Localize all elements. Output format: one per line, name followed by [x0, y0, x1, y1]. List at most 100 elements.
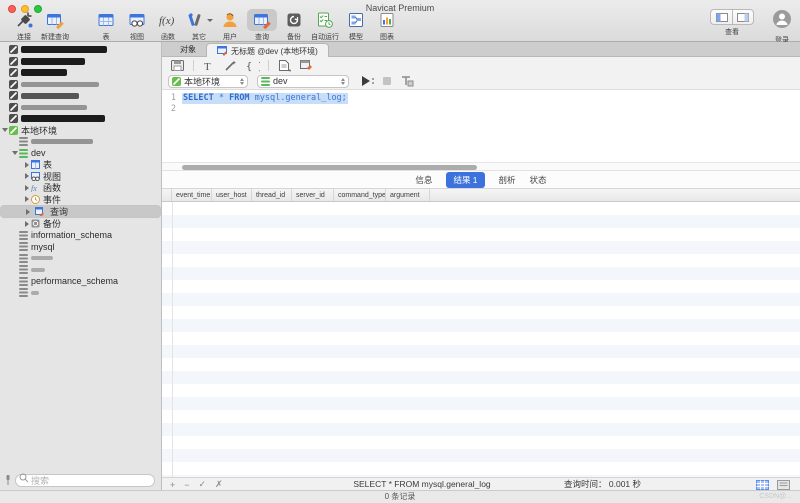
line-number: 1 — [162, 93, 182, 104]
grid-view-icon[interactable] — [756, 480, 769, 490]
functions-icon: fx — [31, 183, 40, 192]
toolbar-chart-button[interactable]: 图表 — [373, 9, 401, 42]
collapse-icon[interactable] — [2, 128, 8, 132]
tab-profile[interactable]: 剖析 — [499, 174, 516, 186]
main-toolbar: 连接 新建查询 表 — [10, 9, 792, 45]
svg-text:{ }: { } — [246, 61, 260, 72]
show-left-pane-button[interactable] — [710, 9, 732, 25]
expand-icon[interactable] — [25, 221, 29, 227]
save-icon[interactable] — [170, 59, 185, 72]
tree-row-functions[interactable]: fx 函数 — [0, 182, 161, 194]
row-header-gutter — [162, 189, 172, 201]
column-header[interactable]: server_id — [292, 189, 334, 201]
column-header[interactable]: user_host — [212, 189, 252, 201]
code-braces-icon[interactable]: { } — [245, 59, 260, 72]
tree-row-local-env[interactable]: 本地环境 — [0, 125, 161, 137]
query-icon — [247, 9, 277, 31]
run-button[interactable] — [362, 76, 374, 86]
apply-changes-button[interactable]: ✓ — [199, 479, 207, 490]
redacted-label — [21, 105, 87, 110]
toolbar-connection-button[interactable]: 连接 — [10, 9, 38, 42]
tree-row-mysql[interactable]: mysql — [0, 241, 161, 253]
expand-icon[interactable] — [25, 196, 29, 202]
database-open-icon — [261, 77, 270, 86]
column-header[interactable]: command_type — [334, 189, 386, 201]
tab-status[interactable]: 状态 — [530, 174, 547, 186]
column-header[interactable]: event_time — [172, 189, 212, 201]
expand-icon[interactable] — [25, 162, 29, 168]
events-icon — [31, 195, 40, 204]
show-right-pane-button[interactable] — [732, 9, 754, 25]
discard-changes-button[interactable]: ✗ — [215, 479, 223, 490]
toolbar-model-button[interactable]: 模型 — [342, 9, 370, 42]
connection-open-icon — [9, 126, 18, 135]
sidebar-search-input[interactable] — [15, 474, 155, 487]
tree-row-redacted-connection[interactable] — [0, 102, 161, 114]
column-header[interactable]: thread_id — [252, 189, 292, 201]
views-icon — [31, 172, 40, 181]
svg-text:T: T — [204, 61, 211, 72]
scrollbar-thumb[interactable] — [182, 165, 477, 170]
sql-editor[interactable]: 1 SELECT * FROM mysql.general_log; 2 — [162, 90, 800, 162]
column-header[interactable]: argument — [386, 189, 430, 201]
expand-icon[interactable] — [25, 173, 29, 179]
redacted-label — [31, 291, 39, 295]
toolbar-right-group: 查看 登录 — [710, 9, 792, 45]
toolbar-others-button[interactable]: 其它 — [185, 9, 213, 42]
tab-objects[interactable]: 对象 — [170, 42, 206, 56]
connection-select[interactable]: 本地环境 — [168, 75, 248, 88]
toolbar-backup-button[interactable]: 备份 — [280, 9, 308, 42]
expand-icon[interactable] — [26, 209, 30, 215]
add-record-button[interactable]: + — [170, 480, 175, 490]
beautify-sql-icon[interactable]: T — [202, 59, 215, 72]
result-grid-footer: + − ✓ ✗ SELECT * FROM mysql.general_log … — [162, 477, 800, 490]
connection-open-icon — [172, 77, 181, 86]
tree-row-information-schema[interactable]: information_schema — [0, 230, 161, 242]
database-icon — [19, 254, 28, 263]
tree-row-redacted-connection[interactable] — [0, 90, 161, 102]
delete-record-button[interactable]: − — [184, 480, 189, 490]
tree-row-events[interactable]: 事件 — [0, 194, 161, 206]
tree-row-views[interactable]: 视图 — [0, 171, 161, 183]
text-document-icon[interactable] — [277, 59, 291, 72]
toolbar-user-button[interactable]: 用户 — [216, 9, 244, 42]
toolbar-query-button[interactable]: 查询 — [247, 9, 277, 42]
sidebar: 本地环境 dev 表 视图 — [0, 42, 162, 490]
tab-result-1[interactable]: 结果 1 — [446, 172, 484, 188]
result-grid-body[interactable] — [162, 202, 800, 477]
form-view-icon[interactable] — [777, 480, 790, 490]
tree-row-redacted-connection[interactable] — [0, 79, 161, 91]
tree-row-redacted-connection[interactable] — [0, 44, 161, 56]
toolbar-new-query-button[interactable]: 新建查询 — [41, 9, 69, 42]
stop-button[interactable] — [383, 77, 391, 85]
collapse-icon[interactable] — [12, 151, 18, 155]
tree-row-redacted-db[interactable] — [0, 264, 161, 276]
tab-info[interactable]: 信息 — [415, 174, 432, 186]
database-select[interactable]: dev — [257, 75, 349, 88]
tree-row-redacted-connection[interactable] — [0, 67, 161, 79]
toolbar-automation-button[interactable]: 自动运行 — [311, 9, 339, 42]
tree-row-redacted-db[interactable] — [0, 253, 161, 265]
tree-row-tables[interactable]: 表 — [0, 159, 161, 171]
run-options-icon — [372, 78, 374, 84]
redacted-label — [31, 139, 93, 144]
tree-row-redacted-schema[interactable] — [0, 136, 161, 148]
tree-row-queries[interactable]: 查询 — [0, 205, 161, 218]
wand-icon[interactable] — [223, 59, 237, 72]
explain-icon[interactable] — [400, 75, 414, 87]
tree-row-performance-schema[interactable]: performance_schema — [0, 276, 161, 288]
result-grid-header: event_time user_host thread_id server_id… — [162, 189, 800, 202]
tree-row-db-dev[interactable]: dev — [0, 148, 161, 160]
plug-icon[interactable] — [4, 474, 12, 486]
toolbar-view-button[interactable]: 视图 — [123, 9, 151, 42]
expand-icon[interactable] — [25, 185, 29, 191]
toolbar-table-button[interactable]: 表 — [92, 9, 120, 42]
login-group[interactable]: 登录 — [772, 9, 792, 45]
tree-row-redacted-db[interactable] — [0, 287, 161, 299]
toolbar-function-button[interactable]: f(x) 函数 — [154, 9, 182, 42]
tree-row-redacted-connection[interactable] — [0, 56, 161, 68]
query-builder-icon[interactable] — [299, 59, 313, 72]
tree-label: 查询 — [50, 205, 68, 218]
tab-query-untitled[interactable]: 无标题 @dev (本地环境) — [206, 43, 329, 57]
tree-row-backups[interactable]: 备份 — [0, 218, 161, 230]
